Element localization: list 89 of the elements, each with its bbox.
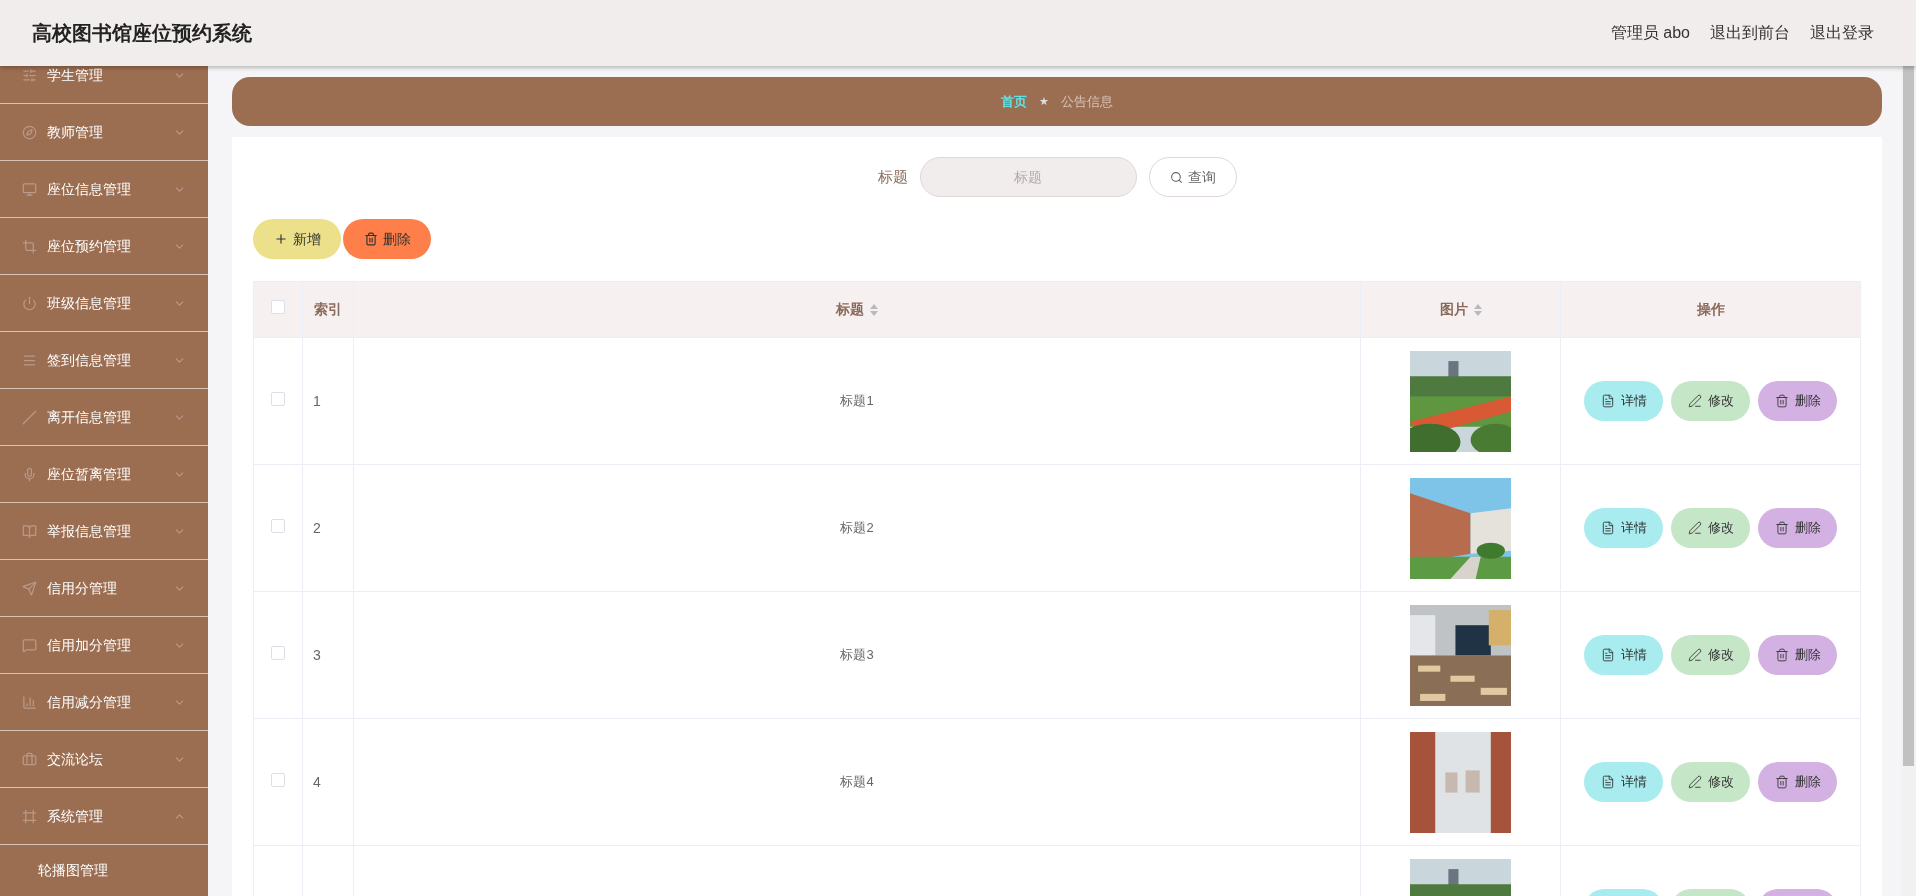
sidebar-item[interactable]: 学生管理 <box>0 66 208 104</box>
header-link[interactable]: 退出登录 <box>1810 21 1874 45</box>
message-icon <box>22 637 37 653</box>
pencil-icon <box>1687 648 1702 662</box>
table-cell: 标题2 <box>840 520 874 536</box>
trash-icon <box>1774 648 1789 662</box>
document-icon <box>1600 394 1615 408</box>
separator-icon: ★ <box>1039 93 1049 110</box>
document-icon <box>1600 775 1615 789</box>
sidebar-item[interactable]: 信用减分管理 <box>0 674 208 731</box>
detail-button[interactable]: 详情 <box>1584 635 1663 675</box>
checkbox[interactable] <box>271 391 285 406</box>
sidebar-item[interactable]: 教师管理 <box>0 104 208 161</box>
pencil-icon <box>1687 394 1702 408</box>
detail-button[interactable]: 详情 <box>1584 381 1663 421</box>
table-cell: 3 <box>313 646 321 663</box>
column-header: 图片 <box>1439 300 1468 319</box>
breadcrumb-link[interactable]: 首页 <box>1001 91 1027 112</box>
microphone-icon <box>22 466 37 482</box>
briefcase-icon <box>22 751 37 767</box>
column-header: 索引 <box>314 300 342 319</box>
search-field[interactable]: 标题 <box>919 157 1137 197</box>
table-cell: 4 <box>313 773 321 790</box>
frame-icon <box>22 808 37 824</box>
edit-button[interactable]: 修改 <box>1671 762 1750 802</box>
column-header: 标题 <box>836 300 864 319</box>
delete-button[interactable]: 删除 <box>1758 635 1837 675</box>
column-header: 操作 <box>1696 300 1725 319</box>
slash-icon <box>22 409 37 425</box>
search-button[interactable]: 查询 <box>1148 157 1237 197</box>
table-cell: 1 <box>313 392 321 409</box>
scrollbar-thumb[interactable] <box>1903 66 1914 766</box>
edit-button[interactable]: 修改 <box>1671 508 1750 548</box>
document-icon <box>1600 648 1615 662</box>
sidebar-item[interactable]: 系统管理 <box>0 788 208 845</box>
document-icon <box>1600 521 1615 535</box>
add-button[interactable]: 新增 <box>253 219 341 259</box>
table-cell: 标题3 <box>840 647 874 663</box>
app-title: 高校图书馆座位预约系统 <box>32 21 252 46</box>
pencil-icon <box>1687 775 1702 789</box>
sort-icon[interactable] <box>870 303 878 316</box>
search-label: 标题 <box>877 166 908 187</box>
user-link[interactable]: 管理员 abo <box>1610 21 1690 45</box>
sidebar-item[interactable]: 班级信息管理 <box>0 275 208 332</box>
delete-button[interactable]: 删除 <box>1758 762 1837 802</box>
delete-button[interactable]: 删除 <box>1758 381 1837 421</box>
pencil-icon <box>1687 521 1702 535</box>
search-icon <box>1169 170 1183 184</box>
trash-icon <box>1774 775 1789 789</box>
table-cell: 标题4 <box>840 774 874 790</box>
sidebar-item[interactable]: 交流论坛 <box>0 731 208 788</box>
breadcrumb-link[interactable]: 公告信息 <box>1061 91 1113 112</box>
checkbox[interactable] <box>271 645 285 660</box>
detail-button[interactable]: 详情 <box>1584 762 1663 802</box>
scrollbar[interactable] <box>1901 66 1916 896</box>
trash-icon <box>363 232 378 246</box>
edit-button[interactable]: 修改 <box>1671 381 1750 421</box>
sidebar-item[interactable]: 座位暂离管理 <box>0 446 208 503</box>
sidebar-item[interactable]: 信用分管理 <box>0 560 208 617</box>
sidebar-item[interactable]: 签到信息管理 <box>0 332 208 389</box>
trash-icon <box>1774 394 1789 408</box>
table-cell: 2 <box>313 519 321 536</box>
delete-button[interactable]: 删除 <box>343 219 431 259</box>
sidebar-subitem[interactable]: 轮播图管理 <box>0 845 208 895</box>
monitor-icon <box>22 181 37 197</box>
detail-button[interactable]: 详情 <box>1584 508 1663 548</box>
checkbox[interactable] <box>271 300 285 314</box>
table-cell: 标题1 <box>840 393 874 409</box>
compass-icon <box>22 124 37 140</box>
checkbox[interactable] <box>271 772 285 787</box>
sidebar-item[interactable]: 举报信息管理 <box>0 503 208 560</box>
sidebar-item[interactable]: 离开信息管理 <box>0 389 208 446</box>
sidebar-item[interactable]: 座位信息管理 <box>0 161 208 218</box>
power-icon <box>22 295 37 311</box>
menu-icon <box>22 352 37 368</box>
sidebar-item[interactable]: 座位预约管理 <box>0 218 208 275</box>
crop-icon <box>22 238 37 254</box>
delete-button[interactable]: 删除 <box>1758 508 1837 548</box>
header-link[interactable]: 退出到前台 <box>1710 21 1790 45</box>
send-icon <box>22 580 37 596</box>
sliders-icon <box>22 67 37 83</box>
bar-chart-icon <box>22 694 37 710</box>
trash-icon <box>1774 521 1789 535</box>
sort-icon[interactable] <box>1473 303 1482 316</box>
edit-button[interactable]: 修改 <box>1671 635 1750 675</box>
plus-icon <box>273 232 288 246</box>
book-icon <box>22 523 37 539</box>
checkbox[interactable] <box>271 518 285 533</box>
sidebar-item[interactable]: 信用加分管理 <box>0 617 208 674</box>
